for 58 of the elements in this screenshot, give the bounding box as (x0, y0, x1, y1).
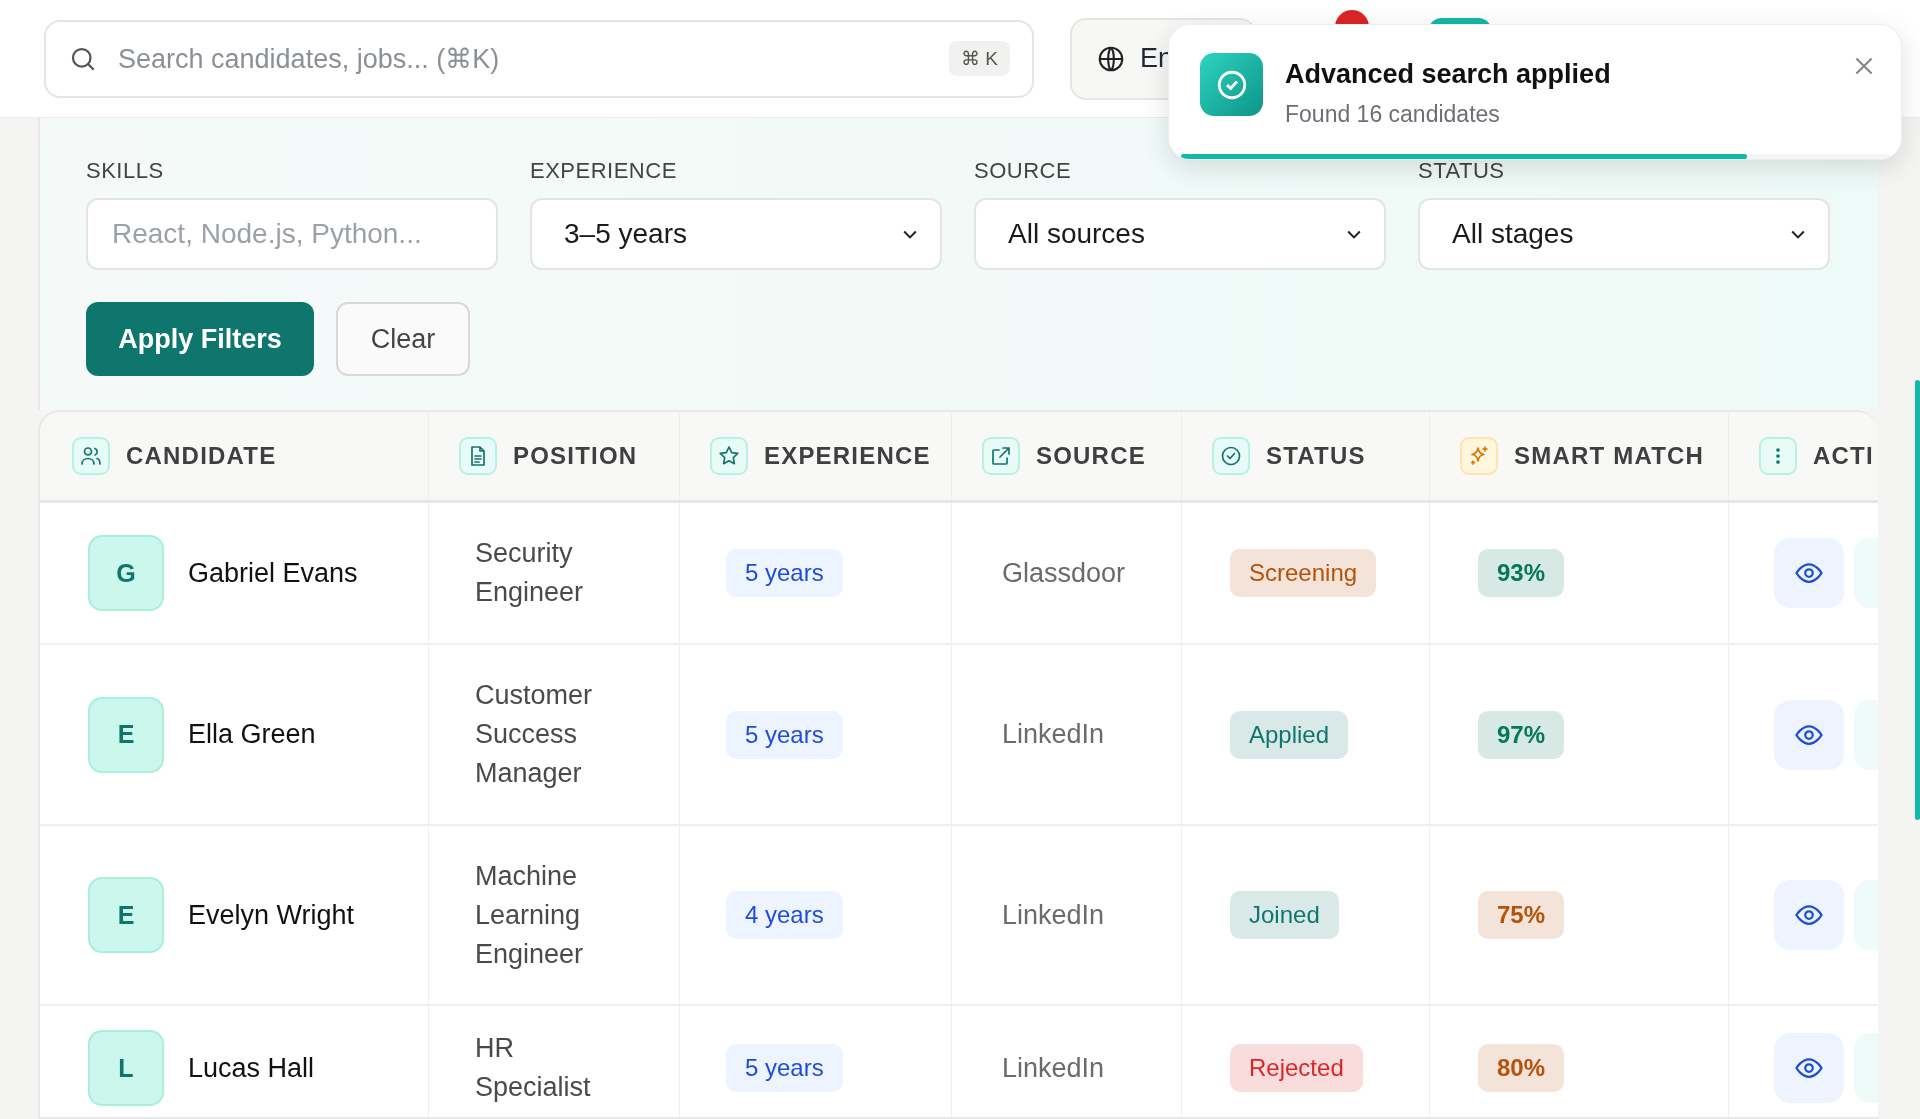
view-button[interactable] (1774, 880, 1844, 950)
view-button[interactable] (1774, 1033, 1844, 1103)
select-field[interactable]: All sources (974, 198, 1386, 270)
source-text: LinkedIn (1002, 899, 1105, 931)
more-icon (1759, 437, 1797, 475)
match-score-tag: 75% (1478, 891, 1565, 939)
experience-tag: 5 years (726, 549, 843, 597)
candidate-name[interactable]: Ella Green (188, 719, 316, 750)
sparkle-icon (1460, 437, 1498, 475)
filter-label: STATUS (1418, 158, 1506, 184)
candidate-name[interactable]: Gabriel Evans (188, 557, 358, 589)
filter-label: SKILLS (86, 158, 165, 184)
source-text: LinkedIn (1002, 719, 1105, 750)
column-header[interactable]: ACTI (1813, 442, 1874, 470)
status-tag: Rejected (1230, 1044, 1363, 1092)
experience-tag: 5 years (726, 710, 843, 759)
match-score-tag: 97% (1478, 710, 1565, 759)
match-score-tag: 80% (1478, 1044, 1565, 1092)
column-header[interactable]: STATUS (1266, 442, 1366, 470)
candidate-name[interactable]: Evelyn Wright (188, 899, 355, 931)
search-placeholder: Search candidates, jobs... (⌘K) (118, 42, 501, 75)
external-link-icon (982, 437, 1020, 475)
view-button[interactable] (1774, 538, 1844, 608)
candidate-avatar: E (88, 696, 164, 773)
toast-title: Advanced search applied (1285, 59, 1611, 90)
column-header[interactable]: POSITION (513, 442, 638, 470)
column-header[interactable]: SOURCE (1036, 442, 1146, 470)
source-text: Glassdoor (1002, 557, 1126, 589)
source-text: LinkedIn (1002, 1052, 1105, 1084)
clear-button[interactable]: Clear (336, 302, 470, 376)
apply-filters-button[interactable]: Apply Filters (86, 302, 314, 376)
position-text: Customer Success Manager (475, 679, 594, 790)
filter-label: EXPERIENCE (530, 158, 678, 184)
position-text: HR Specialist (475, 1032, 592, 1104)
candidate-avatar: G (88, 535, 164, 611)
candidate-name[interactable]: Lucas Hall (188, 1052, 315, 1084)
people-icon (72, 437, 110, 475)
experience-tag: 4 years (726, 891, 843, 939)
experience-tag: 5 years (726, 1044, 843, 1092)
status-tag: Applied (1230, 710, 1349, 759)
select-field[interactable]: All stages (1418, 198, 1830, 270)
position-text: Machine Learning Engineer (475, 859, 585, 971)
document-icon (459, 437, 497, 475)
candidate-avatar: E (88, 877, 164, 953)
shortcut-hint: ⌘ K (949, 41, 1010, 76)
toast-message: Found 16 candidates (1285, 101, 1500, 128)
column-header[interactable]: EXPERIENCE (764, 442, 931, 470)
select-field[interactable]: 3–5 years (530, 198, 942, 270)
filter-label: SOURCE (974, 158, 1073, 184)
position-text: Security Engineer (475, 537, 585, 609)
candidate-avatar: L (88, 1030, 164, 1106)
search-field[interactable]: Search candidates, jobs... (⌘K) ⌘ K (44, 19, 1034, 98)
view-button[interactable] (1774, 699, 1844, 770)
status-tag: Screening (1230, 549, 1377, 597)
status-tag: Joined (1230, 891, 1339, 939)
column-header[interactable]: CANDIDATE (126, 442, 277, 470)
column-header[interactable]: SMART MATCH (1514, 442, 1705, 470)
match-score-tag: 93% (1478, 549, 1565, 597)
